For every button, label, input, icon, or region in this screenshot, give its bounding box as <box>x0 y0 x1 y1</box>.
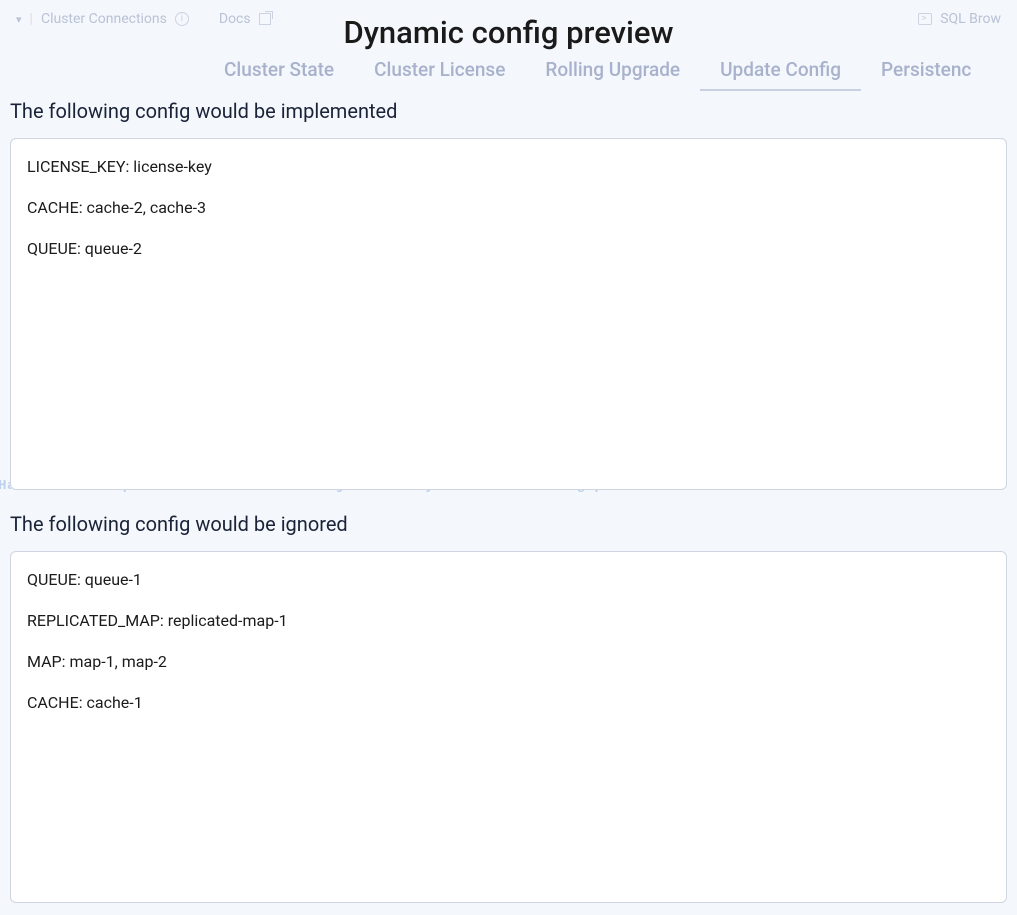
config-line: LICENSE_KEY: license-key <box>27 157 990 176</box>
config-line: REPLICATED_MAP: replicated-map-1 <box>27 611 990 630</box>
modal-title: Dynamic config preview <box>10 14 1007 51</box>
config-line: MAP: map-1, map-2 <box>27 652 990 671</box>
config-line: QUEUE: queue-1 <box>27 570 990 589</box>
implemented-heading: The following config would be implemente… <box>10 99 1007 123</box>
implemented-config-box: LICENSE_KEY: license-key CACHE: cache-2,… <box>10 138 1007 490</box>
ignored-heading: The following config would be ignored <box>10 512 1007 536</box>
ignored-config-box: QUEUE: queue-1 REPLICATED_MAP: replicate… <box>10 551 1007 903</box>
config-line: CACHE: cache-1 <box>27 693 990 712</box>
config-preview-modal: Dynamic config preview The following con… <box>0 0 1017 915</box>
config-line: QUEUE: queue-2 <box>27 239 990 258</box>
config-line: CACHE: cache-2, cache-3 <box>27 198 990 217</box>
